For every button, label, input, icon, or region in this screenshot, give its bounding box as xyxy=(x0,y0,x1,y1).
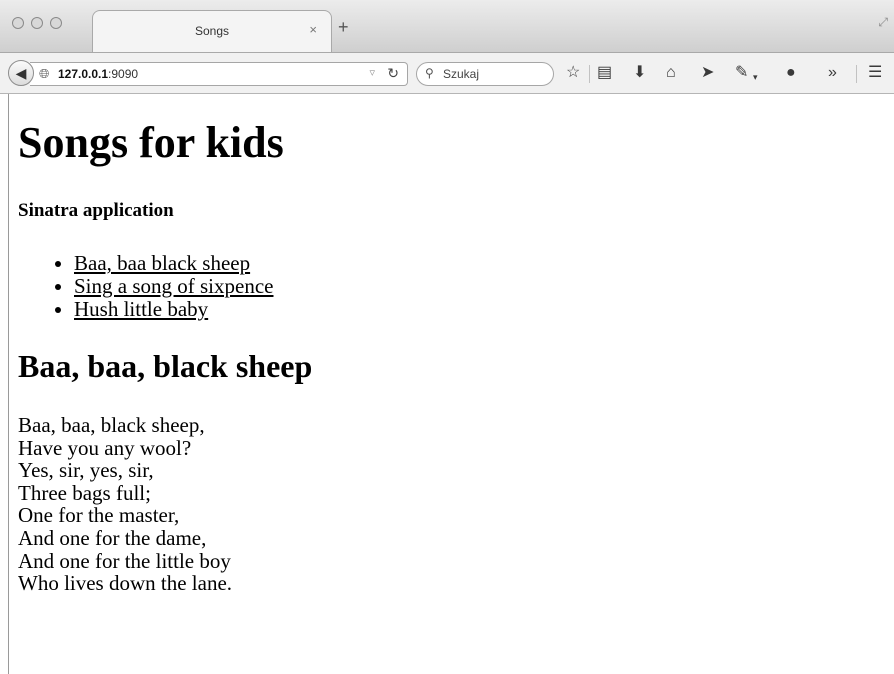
tab-title: Songs xyxy=(194,24,230,38)
lyric-line: Yes, sir, yes, sir, xyxy=(18,458,154,483)
url-history-dropdown-icon[interactable]: ▿ xyxy=(369,66,375,79)
reading-list-icon[interactable]: ▤ xyxy=(597,63,612,83)
lyric-line: Who lives down the lane. xyxy=(18,571,233,596)
lyric-line: One for the master, xyxy=(18,503,180,528)
home-icon[interactable]: ⌂ xyxy=(666,63,676,83)
new-tab-button[interactable]: + xyxy=(338,18,349,36)
lyric-line: And one for the little boy xyxy=(18,548,231,573)
pocket-icon[interactable]: ✎ xyxy=(735,63,748,83)
song-lyrics: Baa, baa, black sheep, Have you any wool… xyxy=(18,414,232,595)
search-input[interactable]: ⚲ Szukaj xyxy=(416,62,554,86)
lyric-line: And one for the dame, xyxy=(18,525,207,550)
search-icon: ⚲ xyxy=(425,66,434,80)
back-icon: ◀ xyxy=(15,65,27,81)
close-tab-icon[interactable]: × xyxy=(309,22,317,37)
share-icon[interactable]: ➤ xyxy=(701,63,714,83)
menu-icon[interactable]: ☰ xyxy=(868,63,882,83)
lyric-line: Three bags full; xyxy=(18,480,151,505)
song-link[interactable]: Baa, baa black sheep xyxy=(74,251,250,275)
song-link[interactable]: Sing a song of sixpence xyxy=(74,274,273,298)
minimize-window-button[interactable] xyxy=(31,17,43,29)
window-titlebar: Songs × + ⤢ xyxy=(0,0,894,52)
song-title: Baa, baa, black sheep xyxy=(18,348,313,384)
globe-icon: 🌐︎ xyxy=(39,66,50,81)
list-item: Baa, baa black sheep xyxy=(74,252,273,275)
lyric-line: Have you any wool? xyxy=(18,435,192,460)
address-bar[interactable]: 🌐︎ 127.0.0.1:9090 ▿ ↻ xyxy=(30,62,408,86)
page-content: Songs for kids Sinatra application Baa, … xyxy=(0,94,894,674)
bookmark-star-icon[interactable]: ☆ xyxy=(566,63,580,83)
reload-icon[interactable]: ↻ xyxy=(387,65,399,82)
search-placeholder: Szukaj xyxy=(443,67,480,81)
list-item: Hush little baby xyxy=(74,298,273,321)
download-icon[interactable]: ⬇ xyxy=(633,63,646,83)
pocket-dropdown-icon[interactable]: ▾ xyxy=(753,67,758,87)
song-link[interactable]: Hush little baby xyxy=(74,297,208,321)
tab-songs[interactable]: Songs × xyxy=(92,10,332,52)
zoom-window-button[interactable] xyxy=(50,17,62,29)
lyric-line: Baa, baa, black sheep, xyxy=(18,413,205,437)
back-button[interactable]: ◀ xyxy=(8,60,34,86)
fullscreen-icon[interactable]: ⤢ xyxy=(878,15,888,30)
toolbar-divider xyxy=(856,65,857,83)
chat-icon[interactable]: ● xyxy=(786,63,796,83)
page-subtitle: Sinatra application xyxy=(18,200,174,221)
navigation-toolbar: 🌐︎ 127.0.0.1:9090 ▿ ↻ ◀ ⚲ Szukaj ☆ ▤ ⬇ ⌂… xyxy=(0,52,894,94)
toolbar-divider xyxy=(589,65,590,83)
page-title: Songs for kids xyxy=(18,118,284,167)
song-list: Baa, baa black sheep Sing a song of sixp… xyxy=(56,252,273,321)
list-item: Sing a song of sixpence xyxy=(74,275,273,298)
overflow-icon[interactable]: » xyxy=(828,63,837,83)
url-text[interactable]: 127.0.0.1:9090 xyxy=(58,67,138,81)
close-window-button[interactable] xyxy=(12,17,24,29)
